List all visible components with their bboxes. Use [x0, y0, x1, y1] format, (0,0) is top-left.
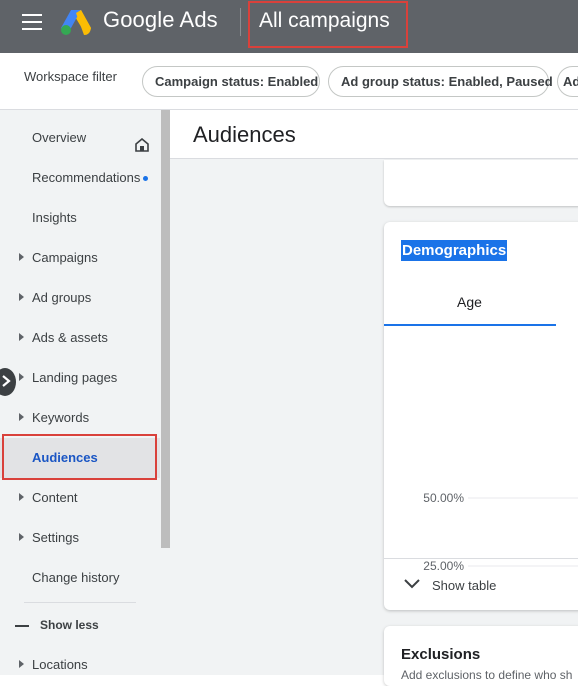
- sidebar-item-label: Campaigns: [32, 250, 98, 265]
- sidebar-scrollbar[interactable]: [161, 110, 170, 548]
- exclusions-card: Exclusions Add exclusions to define who …: [384, 626, 578, 686]
- expand-caret-icon: [19, 253, 24, 261]
- home-icon: [135, 138, 149, 152]
- sidebar-item-recommendations[interactable]: Recommendations: [0, 158, 160, 198]
- sidebar-item-label: Recommendations: [32, 170, 141, 185]
- sidebar-item-label: Keywords: [32, 410, 90, 425]
- sidebar-item-ad-groups[interactable]: Ad groups: [0, 278, 160, 318]
- expand-caret-icon: [19, 533, 24, 541]
- expand-caret-icon: [19, 413, 24, 421]
- account-scope-title[interactable]: All campaigns: [248, 1, 408, 48]
- top-app-bar: Google Ads All campaigns: [0, 0, 578, 53]
- tab-age[interactable]: Age: [384, 280, 556, 326]
- exclusions-description: Add exclusions to define who sh: [401, 668, 573, 682]
- sidebar-divider: [24, 602, 136, 603]
- sidebar-item-label: Ads & assets: [32, 330, 108, 345]
- audiences-highlight-box: [2, 434, 157, 480]
- previous-card: [384, 160, 578, 206]
- expand-caret-icon: [19, 293, 24, 301]
- page-title: Audiences: [193, 122, 296, 147]
- show-less-button[interactable]: Show less: [40, 618, 99, 632]
- sidebar-item-keywords[interactable]: Keywords: [0, 398, 160, 438]
- sidebar-item-landing-pages[interactable]: Landing pages: [0, 358, 160, 398]
- sidebar-item-campaigns[interactable]: Campaigns: [0, 238, 160, 278]
- expand-caret-icon: [19, 660, 24, 668]
- show-table-toggle[interactable]: Show table: [384, 558, 578, 610]
- left-navigation: Overview Recommendations Insights Campai…: [0, 110, 170, 675]
- menu-icon[interactable]: [22, 14, 42, 30]
- demographics-card: Demographics Age 50.00%25.00%0.00%18 - 2…: [384, 222, 578, 654]
- chevron-right-icon: [2, 375, 11, 387]
- sidebar-item-overview[interactable]: Overview: [0, 118, 160, 158]
- filter-chip-campaign-status[interactable]: Campaign status: Enabled: [142, 66, 320, 97]
- exclusions-title: Exclusions: [401, 646, 481, 663]
- sidebar-item-settings[interactable]: Settings: [0, 518, 160, 558]
- workspace-filter-bar: Workspace filter Campaign status: Enable…: [0, 53, 578, 110]
- sidebar-item-content[interactable]: Content: [0, 478, 160, 518]
- sidebar-item-change-history[interactable]: Change history: [0, 558, 160, 598]
- sidebar-item-ads-assets[interactable]: Ads & assets: [0, 318, 160, 358]
- tab-age-label: Age: [457, 294, 482, 310]
- sidebar-item-label: Locations: [32, 657, 88, 672]
- chevron-down-icon: [404, 579, 420, 589]
- demographics-title: Demographics: [401, 240, 508, 261]
- page-header: Audiences: [170, 110, 578, 159]
- header-divider: [240, 8, 241, 36]
- sidebar-item-label: Landing pages: [32, 370, 118, 385]
- sidebar-item-label: Insights: [32, 210, 77, 225]
- filter-chip-ad-group-status[interactable]: Ad group status: Enabled, Paused: [328, 66, 553, 97]
- sidebar-item-label: Content: [32, 490, 78, 505]
- expand-caret-icon: [19, 333, 24, 341]
- sidebar-item-label: Change history: [32, 570, 120, 585]
- workspace-filter-label: Workspace filter: [24, 69, 117, 84]
- age-chart: 50.00%25.00%0.00%18 - 24: [423, 491, 578, 654]
- expand-caret-icon: [19, 373, 24, 381]
- sidebar-item-insights[interactable]: Insights: [0, 198, 160, 238]
- filter-chip-ad-status[interactable]: Ad: [557, 66, 578, 97]
- sidebar-item-label: Overview: [32, 130, 87, 145]
- show-table-label: Show table: [432, 578, 497, 593]
- sidebar-item-locations[interactable]: Locations: [0, 645, 160, 685]
- expand-caret-icon: [19, 493, 24, 501]
- sidebar-item-label: Settings: [32, 530, 79, 545]
- sidebar-item-label: Ad groups: [32, 290, 92, 305]
- main-content: Audiences Demographics Age 50.00%25.00%0…: [170, 110, 578, 686]
- google-ads-logo-icon: [61, 10, 91, 35]
- collapse-dash-icon: [15, 625, 29, 627]
- y-tick-label: 50.00%: [423, 491, 464, 505]
- brand-name: Google Ads: [103, 7, 218, 32]
- notification-dot: [143, 176, 148, 181]
